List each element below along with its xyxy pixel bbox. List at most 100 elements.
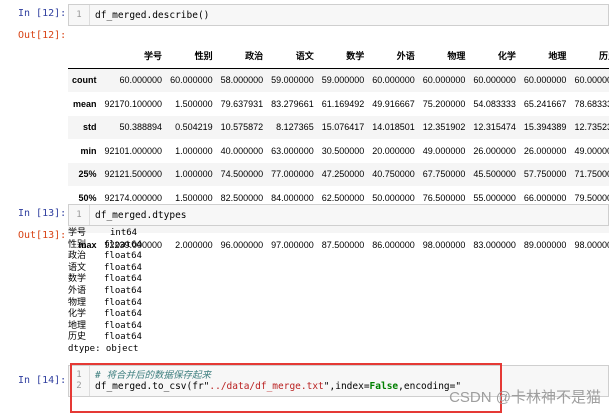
table-cell: 78.683333 bbox=[574, 98, 609, 109]
table-cell: 65.241667 bbox=[523, 98, 567, 109]
table-cell: 0.504219 bbox=[175, 122, 213, 133]
column-header: 数学 bbox=[317, 44, 369, 69]
table-cell: 60.000000 bbox=[119, 75, 163, 86]
index-header bbox=[68, 44, 101, 69]
table-cell: 54.083333 bbox=[473, 98, 516, 109]
table-cell: 58.000000 bbox=[220, 75, 264, 86]
code-line: df_merged.dtypes bbox=[95, 210, 187, 221]
table-cell: 2.000000 bbox=[175, 239, 213, 250]
dtype-name: 语文 bbox=[68, 262, 87, 273]
table-cell: 1.500000 bbox=[175, 98, 213, 109]
dtype-row: 性别 float64 bbox=[68, 240, 142, 252]
dtype-row: 学号 int64 bbox=[68, 228, 142, 240]
table-cell: 8.127365 bbox=[276, 122, 314, 133]
table-cell: 20.000000 bbox=[372, 145, 415, 156]
table-cell: 79.637931 bbox=[220, 98, 264, 109]
line-number-gutter: 1 bbox=[69, 5, 90, 25]
table-header-row: 学号 性别 政治 语文 数学 外语 物理 化学 地理 历史 bbox=[68, 44, 609, 69]
dtype-name: 数学 bbox=[68, 274, 87, 285]
row-label: count bbox=[72, 75, 97, 86]
dtype-name: 政治 bbox=[68, 251, 87, 262]
dtype-type: float64 bbox=[104, 332, 142, 343]
dtype-name: 化学 bbox=[68, 309, 87, 320]
watermark: CSDN @卡林神不是猫 bbox=[449, 389, 601, 406]
in-prompt-14: In [14]: bbox=[18, 375, 67, 386]
table-cell: 61.169492 bbox=[321, 98, 365, 109]
dtype-name: 物理 bbox=[68, 297, 87, 308]
in-prompt-13: In [13]: bbox=[18, 208, 67, 219]
table-row: 25% 92121.500000 1.000000 74.500000 77.0… bbox=[68, 162, 609, 186]
row-label: min bbox=[80, 145, 97, 156]
row-label: std bbox=[83, 122, 97, 133]
table-row: mean 92170.100000 1.500000 79.637931 83.… bbox=[68, 92, 609, 116]
dtype-row: 地理 float64 bbox=[68, 321, 142, 333]
table-cell: 1.000000 bbox=[175, 145, 213, 156]
table-cell: 26.000000 bbox=[523, 145, 567, 156]
column-header: 化学 bbox=[469, 44, 520, 69]
out-prompt-12: Out[12]: bbox=[18, 30, 67, 41]
dtype-row: 政治 float64 bbox=[68, 251, 142, 263]
table-row: max 92239.000000 2.000000 96.000000 97.0… bbox=[68, 233, 609, 257]
table-cell: 49.000000 bbox=[574, 145, 609, 156]
dtype-type: float64 bbox=[104, 251, 142, 262]
table-cell: 1.000000 bbox=[175, 169, 213, 180]
dtype-name: 地理 bbox=[68, 320, 87, 331]
table-cell: 49.000000 bbox=[422, 145, 466, 156]
column-header: 学号 bbox=[100, 44, 167, 69]
table-cell: 30.500000 bbox=[321, 145, 365, 156]
table-cell: 59.000000 bbox=[321, 75, 365, 86]
row-label: 25% bbox=[78, 169, 97, 180]
column-header: 性别 bbox=[166, 44, 217, 69]
table-cell: 77.000000 bbox=[271, 169, 314, 180]
table-cell: 60.000000 bbox=[473, 75, 516, 86]
table-cell: 96.000000 bbox=[220, 239, 264, 250]
code-line: df_merged.describe() bbox=[95, 10, 210, 21]
table-cell: 15.394389 bbox=[523, 122, 567, 133]
dtype-type: int64 bbox=[110, 228, 138, 238]
table-cell: 15.076417 bbox=[321, 122, 365, 133]
table-cell: 26.000000 bbox=[473, 145, 516, 156]
dtype-type: float64 bbox=[104, 309, 142, 320]
table-cell: 83.000000 bbox=[473, 239, 516, 250]
dtype-row: 化学 float64 bbox=[68, 309, 142, 321]
column-header: 政治 bbox=[216, 44, 268, 69]
table-cell: 57.750000 bbox=[523, 169, 567, 180]
table-cell: 92101.000000 bbox=[104, 145, 163, 156]
table-cell: 59.000000 bbox=[271, 75, 314, 86]
code-cell-12[interactable]: 1 df_merged.describe() bbox=[68, 4, 609, 26]
line-number: 1 bbox=[76, 10, 82, 20]
dtype-type: float64 bbox=[104, 274, 142, 285]
table-cell: 60.000000 bbox=[170, 75, 213, 86]
table-cell: 12.351902 bbox=[422, 122, 466, 133]
table-cell: 12.735233 bbox=[574, 122, 609, 133]
table-cell: 50.388894 bbox=[119, 122, 163, 133]
dtype-row: 数学 float64 bbox=[68, 274, 142, 286]
table-cell: 45.500000 bbox=[473, 169, 516, 180]
column-header: 历史 bbox=[570, 44, 609, 69]
table-cell: 10.575872 bbox=[220, 122, 264, 133]
table-cell: 67.750000 bbox=[422, 169, 466, 180]
column-header: 地理 bbox=[519, 44, 571, 69]
table-cell: 92170.100000 bbox=[104, 98, 163, 109]
table-cell: 87.500000 bbox=[321, 239, 365, 250]
dtype-type: float64 bbox=[104, 285, 142, 296]
line-number: 1 bbox=[76, 210, 82, 220]
table-cell: 60.000000 bbox=[574, 75, 609, 86]
table-cell: 98.000000 bbox=[422, 239, 466, 250]
table-cell: 60.000000 bbox=[372, 75, 415, 86]
dtype-row: 外语 float64 bbox=[68, 286, 142, 298]
code-cell-13[interactable]: 1 df_merged.dtypes bbox=[68, 204, 609, 226]
table-row: count 60.000000 60.000000 58.000000 59.0… bbox=[68, 68, 609, 92]
table-cell: 75.200000 bbox=[422, 98, 466, 109]
table-cell: 71.750000 bbox=[574, 169, 609, 180]
table-row: std 50.388894 0.504219 10.575872 8.12736… bbox=[68, 115, 609, 139]
table-cell: 12.315474 bbox=[473, 122, 516, 133]
dtype-type: float64 bbox=[104, 239, 142, 250]
table-cell: 47.250000 bbox=[321, 169, 365, 180]
out-prompt-13: Out[13]: bbox=[18, 230, 67, 241]
dtype-type: float64 bbox=[104, 320, 142, 331]
column-header: 语文 bbox=[267, 44, 318, 69]
dtype-row: 语文 float64 bbox=[68, 263, 142, 275]
table-cell: 63.000000 bbox=[271, 145, 314, 156]
table-cell: 60.000000 bbox=[422, 75, 466, 86]
